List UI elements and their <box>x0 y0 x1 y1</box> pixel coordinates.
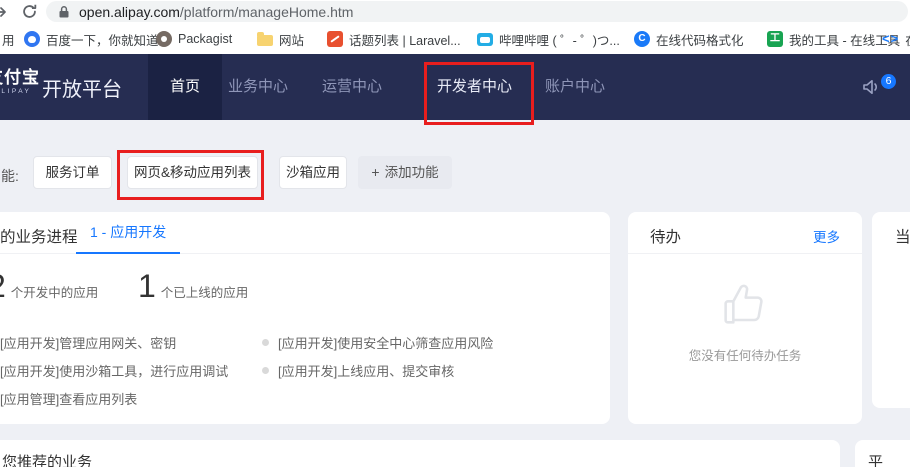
laravel-forum-icon <box>327 31 343 47</box>
todo-more-link[interactable]: 更多 <box>813 226 840 246</box>
task-item[interactable]: [应用开发]上线应用、提交审核 <box>262 361 454 380</box>
forward-arrow-icon[interactable] <box>0 4 9 25</box>
bookmark-label: 在线代码格式化 <box>656 30 744 49</box>
sandbox-app-button[interactable]: 沙箱应用 <box>279 156 347 189</box>
bookmark-item-packagist[interactable]: Packagist <box>156 24 232 54</box>
task-row: [应用开发]管理应用网关、密钥 [应用开发]使用安全中心筛查应用风险 <box>0 328 580 356</box>
bookmark-label: 百度一下，你就知道 <box>46 30 159 49</box>
task-item[interactable]: [应用开发]使用沙箱工具，进行应用调试 <box>0 361 262 380</box>
web-mobile-app-list-button[interactable]: 网页&移动应用列表 <box>127 156 258 189</box>
bookmark-item[interactable]: 用 <box>2 24 15 54</box>
tab-app-development[interactable]: 1 - 应用开发 <box>76 212 180 254</box>
todo-empty-text: 您没有任何待办任务 <box>628 345 862 364</box>
tools-icon: 工 <box>767 31 783 47</box>
bullet-dot-icon <box>262 367 269 374</box>
bottom-right-card-title: 平 <box>868 451 883 467</box>
nav-item-business-center[interactable]: 业务中心 <box>228 54 288 120</box>
bookmark-item-tools[interactable]: 工 我的工具 - 在线工具 <box>767 24 900 54</box>
add-function-label: 添加功能 <box>385 165 439 180</box>
plus-icon: + <box>371 164 379 180</box>
screen: open.alipay.com/platform/manageHome.htm … <box>0 0 910 467</box>
address-bar[interactable]: open.alipay.com/platform/manageHome.htm <box>46 1 908 22</box>
platform-title[interactable]: 开放平台 <box>42 73 122 102</box>
side-card-partial: 当 <box>872 212 910 408</box>
bookmark-folder-websites[interactable]: 网站 <box>257 24 304 54</box>
packagist-icon <box>156 31 172 47</box>
stat-developing-apps: 2 个开发中的应用 <box>0 268 98 305</box>
functions-label: 能: <box>1 166 19 186</box>
baidu-icon <box>24 31 40 47</box>
todo-empty-state: 您没有任何待办任务 <box>628 254 862 364</box>
task-label: [应用开发]上线应用、提交审核 <box>278 361 454 380</box>
process-card-title: 的业务进程 <box>0 225 78 247</box>
lock-icon <box>58 5 70 19</box>
task-row: [应用开发]使用沙箱工具，进行应用调试 [应用开发]上线应用、提交审核 <box>0 356 580 384</box>
todo-card: 待办 更多 您没有任何待办任务 <box>628 212 862 424</box>
task-item[interactable]: [应用管理]查看应用列表 <box>0 389 262 408</box>
bilibili-icon <box>477 33 493 46</box>
bookmark-item-laravel[interactable]: 话题列表 | Laravel... <box>327 24 461 54</box>
todo-card-header: 待办 更多 <box>628 212 862 254</box>
recommended-business-title: 您推荐的业务 <box>2 451 92 467</box>
bookmark-label: 用 <box>2 30 15 49</box>
task-item[interactable]: [应用开发]管理应用网关、密钥 <box>0 333 262 352</box>
stat-value: 2 <box>0 268 6 305</box>
bookmark-item-baidu[interactable]: 百度一下，你就知道 <box>24 24 159 54</box>
nav-item-account-center[interactable]: 账户中心 <box>545 54 605 120</box>
notification-badge[interactable]: 6 <box>881 74 896 89</box>
bottom-right-card-partial: 平 <box>855 440 910 467</box>
logo-text-en: ALIPAY <box>0 88 40 96</box>
logo-text-cn: 支付宝 <box>0 68 40 88</box>
thumbs-up-icon <box>628 278 862 339</box>
service-orders-button[interactable]: 服务订单 <box>33 156 112 189</box>
side-card-title: 当 <box>895 225 910 247</box>
todo-card-title: 待办 <box>650 225 681 247</box>
nav-item-developer-center[interactable]: 开发者中心 <box>437 54 512 120</box>
task-row: [应用管理]查看应用列表 <box>0 384 580 412</box>
bookmark-item-partial[interactable]: <> 在 <box>882 24 910 54</box>
url-path: /platform/manageHome.htm <box>180 4 354 20</box>
task-item[interactable]: [应用开发]使用安全中心筛查应用风险 <box>262 333 493 352</box>
bookmark-item-bilibili[interactable]: 哔哩哔哩 ( ゜- ゜)つ... <box>477 24 620 54</box>
stat-label: 个已上线的应用 <box>161 282 249 301</box>
bookmark-label: 哔哩哔哩 ( ゜- ゜)つ... <box>499 30 620 49</box>
page-body: 能: 服务订单 网页&移动应用列表 沙箱应用 + 添加功能 的业务进程 1 - 应… <box>0 120 910 467</box>
bookmark-label: 话题列表 | Laravel... <box>349 30 461 49</box>
stat-value: 1 <box>138 268 156 305</box>
stat-online-apps: 1 个已上线的应用 <box>138 268 248 305</box>
main-navbar: 支付宝 ALIPAY 开放平台 首页 业务中心 运营中心 开发者中心 账户中心 … <box>0 54 910 120</box>
bookmark-item-code-format[interactable]: C 在线代码格式化 <box>634 24 744 54</box>
code-brackets-icon: <> <box>882 31 899 47</box>
recommended-business-card: 您推荐的业务 <box>0 440 840 467</box>
bookmarks-bar: 用 百度一下，你就知道 Packagist 网站 话题列表 | Laravel.… <box>0 24 910 54</box>
bookmark-label: Packagist <box>178 32 232 46</box>
alipay-logo[interactable]: 支付宝 ALIPAY <box>0 68 40 96</box>
bookmark-label: 网站 <box>279 30 304 49</box>
url-domain: open.alipay.com <box>79 4 180 20</box>
task-label: [应用开发]使用安全中心筛查应用风险 <box>278 333 493 352</box>
nav-item-operation-center[interactable]: 运营中心 <box>322 54 382 120</box>
bookmark-label: 在 <box>905 30 910 49</box>
code-format-icon: C <box>634 31 650 47</box>
bullet-dot-icon <box>262 339 269 346</box>
process-card-header: 的业务进程 1 - 应用开发 <box>0 212 610 254</box>
business-process-card: 的业务进程 1 - 应用开发 2 个开发中的应用 1 个已上线的应用 [应用开发… <box>0 212 610 424</box>
stat-label: 个开发中的应用 <box>11 282 99 301</box>
nav-item-home[interactable]: 首页 <box>148 54 222 120</box>
task-list: [应用开发]管理应用网关、密钥 [应用开发]使用安全中心筛查应用风险 [应用开发… <box>0 328 580 412</box>
browser-toolbar: open.alipay.com/platform/manageHome.htm <box>0 0 910 24</box>
add-function-button[interactable]: + 添加功能 <box>358 156 452 189</box>
announcement-speaker-icon[interactable] <box>862 78 882 101</box>
folder-icon <box>257 35 273 46</box>
reload-icon[interactable] <box>21 3 38 25</box>
